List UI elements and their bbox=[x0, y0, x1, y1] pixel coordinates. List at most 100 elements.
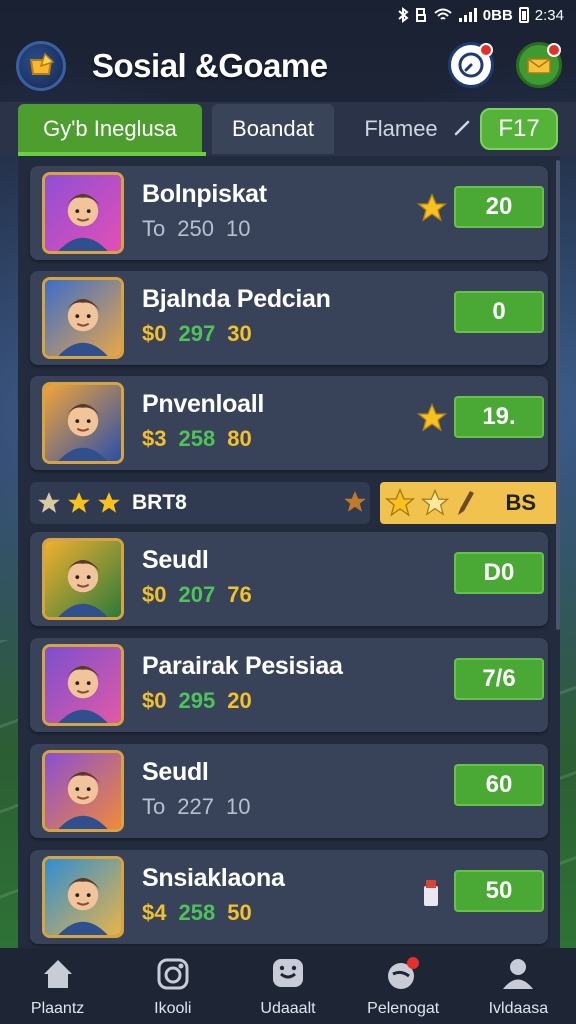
star-icon bbox=[384, 487, 416, 517]
player-avatar[interactable] bbox=[42, 382, 124, 464]
score-button[interactable]: D0 bbox=[454, 552, 544, 594]
stat-level: 76 bbox=[227, 582, 252, 607]
rank-strip-left: BRT8 bbox=[30, 482, 370, 524]
leaderboard-list[interactable]: BRT8 BS Bolnpiskat To 250 10 20 Bjalnda Pedci… bbox=[18, 156, 560, 948]
player-name: Snsiaklaona bbox=[142, 864, 285, 892]
leaderboard-row[interactable]: Pnvenloall $3 258 80 19. bbox=[30, 376, 548, 470]
nav-home[interactable]: Plaantz bbox=[0, 948, 115, 1024]
signal-icon bbox=[458, 8, 477, 22]
rank-strip-right[interactable]: BS bbox=[380, 482, 558, 524]
status-bar: 0BB 2:34 bbox=[0, 0, 576, 30]
player-avatar[interactable] bbox=[42, 856, 124, 938]
stat-points: 207 bbox=[178, 582, 216, 607]
star-icon bbox=[416, 402, 448, 432]
leaderboard-row[interactable]: Snsiaklaona $4 258 50 50 bbox=[30, 850, 548, 944]
score-button[interactable]: 0 bbox=[454, 291, 544, 333]
player-avatar[interactable] bbox=[42, 538, 124, 620]
player-stats: $0 297 30 bbox=[142, 321, 252, 347]
player-name: Seudl bbox=[142, 758, 209, 786]
score-button[interactable]: 50 bbox=[454, 870, 544, 912]
score-button[interactable]: 20 bbox=[454, 186, 544, 228]
stat-level: 20 bbox=[227, 688, 252, 713]
rank-strip-value: BS bbox=[505, 490, 536, 515]
nav-profile[interactable]: Ivldaasa bbox=[461, 948, 576, 1024]
player-name: Bolnpiskat bbox=[142, 180, 267, 208]
leaderboard-row[interactable]: Seudl $0 207 76 D0 bbox=[30, 532, 548, 626]
tab-flame[interactable]: Flamee bbox=[346, 104, 456, 154]
stat-level: 50 bbox=[227, 900, 252, 925]
stat-currency: $0 bbox=[142, 321, 167, 346]
camera-icon bbox=[157, 958, 189, 990]
message-button[interactable] bbox=[516, 42, 562, 88]
notification-dot bbox=[479, 43, 493, 57]
player-stats: $0 295 20 bbox=[142, 688, 252, 714]
nav-notifications[interactable]: Pelenogat bbox=[346, 948, 461, 1024]
stat-points: 258 bbox=[178, 426, 216, 451]
nav-label: Plaantz bbox=[30, 1000, 85, 1017]
edit-icon[interactable] bbox=[452, 118, 472, 138]
leaderboard-row[interactable]: Parairak Pesisiaa $0 295 20 7/6 bbox=[30, 638, 548, 732]
nfc-icon bbox=[415, 8, 426, 22]
bluetooth-icon bbox=[398, 7, 409, 23]
message-icon bbox=[527, 58, 551, 74]
player-name: Parairak Pesisiaa bbox=[142, 652, 343, 680]
app-header: Sosial &Goame bbox=[0, 30, 576, 102]
star-icon bbox=[98, 492, 120, 513]
nav-label: Pelenogat bbox=[367, 1000, 440, 1017]
rank-strip[interactable]: BRT8 BS bbox=[30, 482, 558, 524]
star-icon bbox=[420, 488, 450, 516]
message-dot bbox=[547, 43, 561, 57]
battery-icon bbox=[518, 7, 529, 23]
nav-label: Ikooli bbox=[154, 1000, 192, 1017]
notification-button[interactable] bbox=[448, 42, 494, 88]
stat-points: 227 bbox=[177, 794, 214, 819]
player-stats: $4 258 50 bbox=[142, 900, 252, 926]
nav-label: Udaaalt bbox=[260, 1000, 316, 1017]
player-name: Pnvenloall bbox=[142, 390, 265, 418]
nav-chat[interactable]: Udaaalt bbox=[230, 948, 345, 1024]
potion-icon bbox=[424, 880, 438, 906]
stat-level: 10 bbox=[225, 216, 251, 241]
tab-badge[interactable]: F17 bbox=[480, 108, 558, 150]
player-stats: $3 258 80 bbox=[142, 426, 252, 452]
star-icon bbox=[38, 492, 60, 513]
trophy-icon[interactable] bbox=[16, 41, 66, 91]
score-button[interactable]: 7/6 bbox=[454, 658, 544, 700]
tab-leaderboard[interactable]: Gy'b Ineglusa bbox=[18, 104, 202, 154]
nav-camera[interactable]: Ikooli bbox=[115, 948, 230, 1024]
score-button[interactable]: 19. bbox=[454, 396, 544, 438]
wifi-icon bbox=[434, 8, 452, 20]
tab-bar: Gy'b Ineglusa Boandat Flamee F17 bbox=[0, 102, 576, 156]
player-avatar[interactable] bbox=[42, 172, 124, 254]
stat-level: 10 bbox=[225, 794, 251, 819]
star-icon bbox=[344, 491, 366, 512]
player-stats: $0 207 76 bbox=[142, 582, 252, 608]
stat-points: 250 bbox=[177, 216, 214, 241]
nav-label: Ivldaasa bbox=[488, 1000, 549, 1017]
stat-points: 295 bbox=[178, 688, 216, 713]
player-stats: To 250 10 bbox=[142, 216, 250, 242]
profile-icon bbox=[503, 959, 534, 989]
stat-points: 297 bbox=[178, 321, 216, 346]
leaderboard-row[interactable]: Bolnpiskat To 250 10 20 bbox=[30, 166, 548, 260]
player-name: Bjalnda Pedcian bbox=[142, 285, 331, 313]
player-avatar[interactable] bbox=[42, 644, 124, 726]
star-icon bbox=[416, 192, 448, 222]
rank-strip-label: BRT8 bbox=[132, 491, 187, 514]
tab-board[interactable]: Boandat bbox=[212, 104, 334, 154]
stat-level: 80 bbox=[227, 426, 252, 451]
stat-level: 30 bbox=[227, 321, 252, 346]
stat-currency: To bbox=[142, 216, 166, 241]
leaderboard-row[interactable]: Bjalnda Pedcian $0 297 30 0 bbox=[30, 271, 548, 365]
notification-icon bbox=[388, 957, 420, 989]
player-stats: To 227 10 bbox=[142, 794, 250, 820]
player-avatar[interactable] bbox=[42, 277, 124, 359]
player-avatar[interactable] bbox=[42, 750, 124, 832]
bottom-nav: Plaantz Ikooli Udaaalt Pelenogat Ivldaas… bbox=[0, 948, 576, 1024]
scrollbar[interactable] bbox=[556, 160, 560, 630]
stat-currency: $4 bbox=[142, 900, 167, 925]
home-icon bbox=[43, 960, 72, 988]
score-button[interactable]: 60 bbox=[454, 764, 544, 806]
status-time: 2:34 bbox=[534, 6, 564, 24]
leaderboard-row[interactable]: Seudl To 227 10 60 bbox=[30, 744, 548, 838]
